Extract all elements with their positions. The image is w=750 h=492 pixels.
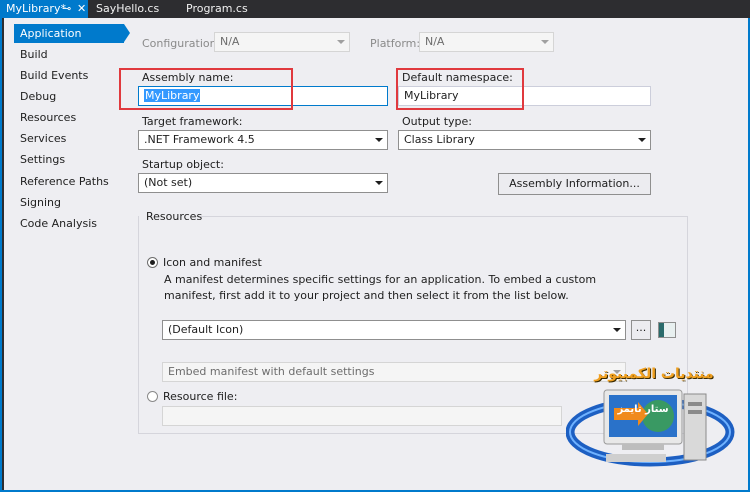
icon-value: (Default Icon)	[168, 323, 244, 336]
nav-item-settings[interactable]: Settings	[14, 150, 124, 169]
tab-label: SayHello.cs	[96, 2, 160, 15]
chevron-down-icon	[541, 40, 549, 44]
pin-icon[interactable]: ⊸	[62, 0, 71, 18]
watermark-screen-text: ستار تايمز	[617, 404, 669, 415]
icon-dropdown[interactable]: (Default Icon)	[162, 320, 626, 340]
nav-item-build-events[interactable]: Build Events	[14, 66, 124, 85]
target-framework-value: .NET Framework 4.5	[144, 133, 255, 146]
tab-mylibrary[interactable]: MyLibrary* ⊸ ✕	[0, 0, 88, 18]
close-icon[interactable]: ✕	[77, 0, 86, 18]
tab-label: MyLibrary*	[6, 2, 66, 15]
resources-group-border	[196, 216, 688, 217]
nav-item-application[interactable]: Application	[14, 24, 124, 43]
resource-file-radio[interactable]	[147, 391, 158, 402]
startup-object-label: Startup object:	[142, 158, 224, 171]
configuration-label: Configuration:	[142, 37, 221, 50]
tab-program[interactable]: Program.cs	[180, 0, 260, 18]
configuration-dropdown[interactable]: N/A	[214, 32, 350, 52]
chevron-down-icon	[613, 328, 621, 332]
output-type-value: Class Library	[404, 133, 475, 146]
resource-file-label: Resource file:	[163, 390, 238, 403]
platform-dropdown[interactable]: N/A	[419, 32, 554, 52]
nav-item-code-analysis[interactable]: Code Analysis	[14, 214, 124, 233]
assembly-information-button[interactable]: Assembly Information...	[498, 173, 651, 195]
target-framework-label: Target framework:	[142, 115, 243, 128]
tab-label: Program.cs	[186, 2, 248, 15]
resources-group-label: Resources	[146, 210, 203, 223]
icon-and-manifest-radio[interactable]	[147, 257, 158, 268]
chevron-down-icon	[375, 181, 383, 185]
icon-and-manifest-label: Icon and manifest	[163, 256, 262, 269]
resource-file-input[interactable]	[162, 406, 562, 426]
icon-preview	[658, 322, 676, 338]
nav-item-debug[interactable]: Debug	[14, 87, 124, 106]
nav-item-services[interactable]: Services	[14, 129, 124, 148]
configuration-value: N/A	[220, 35, 240, 48]
output-type-dropdown[interactable]: Class Library	[398, 130, 651, 150]
browse-icon-button[interactable]: ...	[631, 320, 651, 340]
chevron-down-icon	[638, 138, 646, 142]
document-tab-strip: MyLibrary* ⊸ ✕ SayHello.cs Program.cs	[0, 0, 750, 18]
manifest-description: A manifest determines specific settings …	[164, 273, 597, 302]
watermark-title: منتديات الكمبيوتر	[594, 366, 714, 382]
forum-watermark-logo: منتديات الكمبيوتر ستار تايمز	[565, 350, 744, 478]
target-framework-dropdown[interactable]: .NET Framework 4.5	[138, 130, 388, 150]
nav-active-indicator	[124, 24, 130, 42]
platform-label: Platform:	[370, 37, 421, 50]
startup-object-value: (Not set)	[144, 176, 193, 189]
manifest-dropdown[interactable]: Embed manifest with default settings	[162, 362, 626, 382]
chevron-down-icon	[375, 138, 383, 142]
nav-item-reference-paths[interactable]: Reference Paths	[14, 172, 124, 191]
startup-object-dropdown[interactable]: (Not set)	[138, 173, 388, 193]
chevron-down-icon	[337, 40, 345, 44]
tab-sayhello[interactable]: SayHello.cs	[90, 0, 170, 18]
platform-value: N/A	[425, 35, 445, 48]
highlight-box-default-namespace	[396, 68, 524, 110]
manifest-value: Embed manifest with default settings	[168, 365, 375, 378]
highlight-box-assembly-name	[119, 68, 293, 110]
nav-item-resources[interactable]: Resources	[14, 108, 124, 127]
output-type-label: Output type:	[402, 115, 472, 128]
nav-item-signing[interactable]: Signing	[14, 193, 124, 212]
nav-item-build[interactable]: Build	[14, 45, 124, 64]
